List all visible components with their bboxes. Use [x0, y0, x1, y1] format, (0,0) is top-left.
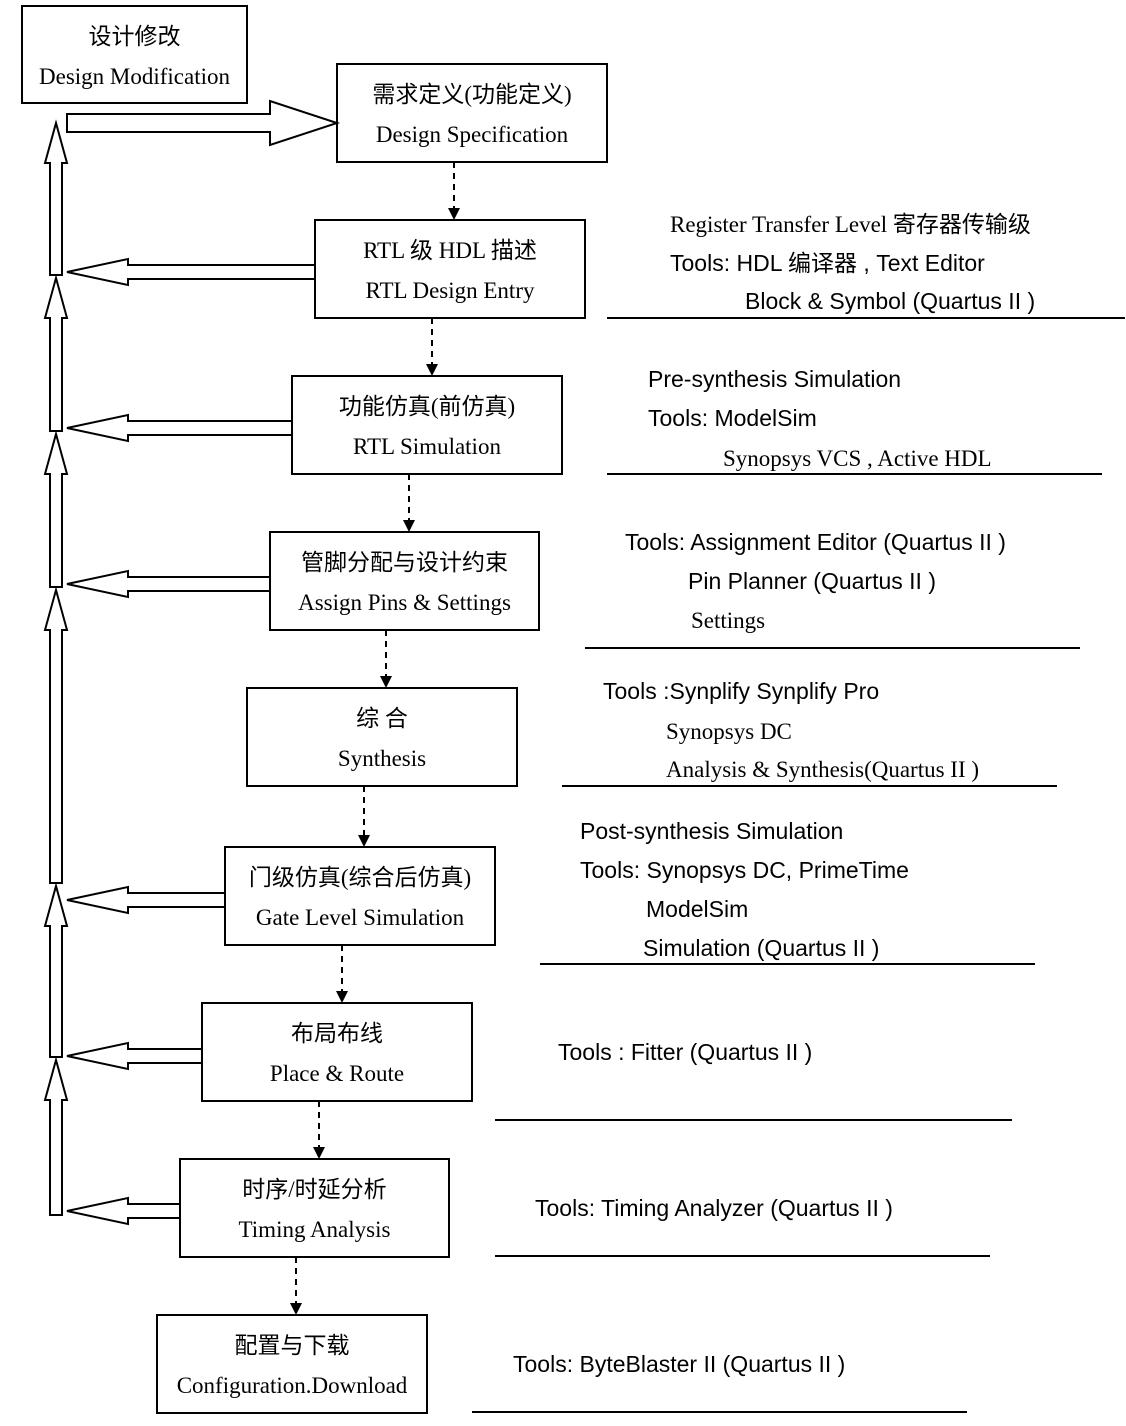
- tool-note-line: Analysis & Synthesis(Quartus II ): [666, 757, 979, 782]
- step-box: [314, 219, 586, 319]
- tool-note-line: ModelSim: [646, 896, 748, 922]
- step-title-cn: 管脚分配与设计约束: [301, 550, 508, 575]
- step-title-en: Design Specification: [376, 122, 569, 147]
- arrow-down-icon: [313, 1147, 325, 1159]
- arrow-down-icon: [290, 1303, 302, 1315]
- feedback-arrow-left-icon: [66, 257, 316, 287]
- tool-note-line: Synopsys DC: [666, 719, 792, 744]
- step-box: [291, 375, 563, 475]
- arrow-down-icon: [358, 835, 370, 847]
- tool-note-line: Simulation (Quartus II ): [643, 935, 879, 961]
- step-title-cn: 门级仿真(综合后仿真): [249, 865, 471, 890]
- step-title-cn: 设计修改: [89, 24, 181, 49]
- feedback-arrow-left-icon: [66, 1196, 181, 1226]
- tool-note-line: Block & Symbol (Quartus II ): [745, 288, 1035, 314]
- tool-note-line: Settings: [691, 608, 765, 633]
- step-title-cn: 时序/时延分析: [242, 1177, 386, 1202]
- step-title-en: Timing Analysis: [239, 1217, 391, 1242]
- step-title-cn: RTL 级 HDL 描述: [363, 238, 537, 263]
- step-title-en: Design Modification: [39, 64, 230, 89]
- step-title-en: Configuration.Download: [177, 1373, 408, 1398]
- tool-note-line: Synopsys VCS , Active HDL: [723, 446, 992, 471]
- feedback-arrow-left-icon: [66, 413, 293, 443]
- step-title-en: Synthesis: [338, 746, 426, 771]
- feedback-arrow-left-icon: [66, 1041, 203, 1071]
- step-title-cn: 综 合: [356, 706, 408, 731]
- step-box: [156, 1314, 428, 1414]
- feedback-arrow-up-icon: [43, 274, 69, 432]
- feedback-arrow-left-icon: [66, 885, 226, 915]
- step-title-cn: 配置与下载: [235, 1333, 350, 1358]
- tool-note-line: Pin Planner (Quartus II ): [688, 568, 936, 594]
- arrow-down-icon: [336, 991, 348, 1003]
- step-box: [269, 531, 540, 631]
- arrow-down-icon: [426, 364, 438, 376]
- tool-note-line: Tools: HDL 编译器 , Text Editor: [670, 250, 985, 276]
- step-title-en: RTL Simulation: [353, 434, 501, 459]
- tool-note-line: Post-synthesis Simulation: [580, 818, 843, 844]
- feedback-arrow-right-icon: [66, 99, 341, 147]
- feedback-arrow-up-icon: [43, 119, 69, 276]
- fpga-design-flow-diagram: 设计修改 Design Modification 需求定义(功能定义) Design …: [21, 5, 1125, 1414]
- tool-note-line: Tools : Fitter (Quartus II ): [558, 1039, 812, 1065]
- tool-note-line: Pre-synthesis Simulation: [648, 366, 901, 392]
- step-title-cn: 需求定义(功能定义): [372, 82, 571, 107]
- arrow-down-icon: [403, 520, 415, 532]
- tool-note-line: Tools: Timing Analyzer (Quartus II ): [535, 1195, 893, 1221]
- tool-note-line: Tools: ModelSim: [648, 405, 817, 431]
- feedback-arrow-left-icon: [66, 569, 271, 599]
- tool-note-line: Tools :Synplify Synplify Pro: [603, 678, 879, 704]
- tool-note-line: Tools: Assignment Editor (Quartus II ): [625, 529, 1006, 555]
- arrow-down-icon: [448, 208, 460, 220]
- step-box: [336, 63, 608, 163]
- tool-note-line: Tools: Synopsys DC, PrimeTime: [580, 857, 909, 883]
- feedback-arrow-up-icon: [43, 1056, 69, 1216]
- step-box: [201, 1002, 473, 1102]
- step-title-en: Place & Route: [270, 1061, 404, 1086]
- feedback-arrow-up-icon: [43, 882, 69, 1058]
- step-box: [179, 1158, 450, 1258]
- step-title-en: RTL Design Entry: [366, 278, 535, 303]
- step-title-en: Assign Pins & Settings: [298, 590, 511, 615]
- step-title-cn: 布局布线: [291, 1021, 383, 1046]
- tool-note-line: Tools: ByteBlaster II (Quartus II ): [513, 1351, 845, 1377]
- feedback-arrow-up-icon: [43, 430, 69, 588]
- arrow-down-icon: [380, 676, 392, 688]
- step-title-en: Gate Level Simulation: [256, 905, 465, 930]
- step-box: [224, 846, 496, 946]
- step-title-cn: 功能仿真(前仿真): [339, 394, 515, 419]
- step-box: [246, 687, 518, 787]
- feedback-arrow-up-icon: [43, 586, 69, 884]
- tool-note-line: Register Transfer Level 寄存器传输级: [670, 212, 1031, 237]
